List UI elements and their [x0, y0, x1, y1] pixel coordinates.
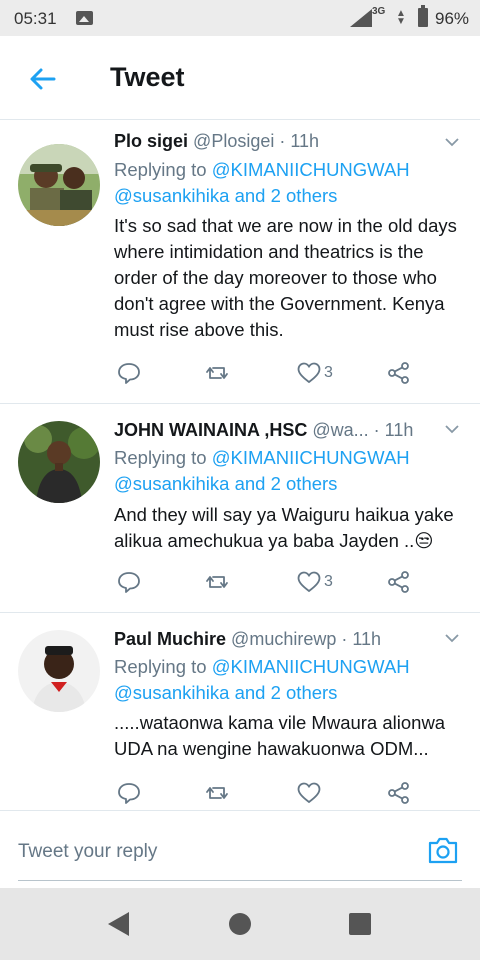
mention-link[interactable]: @KIMANIICHUNGWAH [212, 447, 410, 468]
replying-to: Replying to @KIMANIICHUNGWAH @susankihik… [114, 445, 410, 497]
chevron-down-icon[interactable] [444, 630, 460, 646]
tweet-time: · 11h [279, 131, 320, 151]
author-name[interactable]: Plo sigei [114, 131, 188, 151]
signal-icon [350, 9, 372, 27]
chevron-down-icon[interactable] [444, 134, 460, 150]
tweet-item[interactable]: JOHN WAINAINA ,HSC @wa... · 11h Replying… [0, 405, 480, 613]
retweet-button[interactable] [204, 567, 230, 597]
like-button[interactable]: 3 [296, 358, 333, 388]
reply-icon [118, 363, 140, 384]
like-count: 3 [324, 573, 333, 590]
arrow-left-icon[interactable] [26, 62, 60, 96]
tweet-header: Paul Muchire @muchirewp · 11h [114, 629, 381, 650]
tweet-text: And they will say ya Waiguru haikua yake… [114, 504, 454, 551]
tweet-actions [114, 778, 454, 808]
reply-icon [118, 783, 140, 804]
heart-icon [297, 362, 321, 384]
network-type: 3G [372, 6, 386, 17]
nav-back-icon[interactable] [108, 912, 129, 936]
tweet-time: · 11h [341, 629, 382, 649]
reply-button[interactable] [116, 358, 142, 388]
tweet-actions: 3 [114, 358, 454, 388]
reply-composer: Tweet your reply [0, 810, 480, 888]
tweet-time: · 11h [373, 420, 414, 440]
nav-recents-icon[interactable] [349, 913, 371, 935]
mention-others-link[interactable]: @susankihika and 2 others [114, 473, 337, 494]
author-handle[interactable]: @wa... [312, 420, 368, 440]
tweet-text: It's so sad that we are now in the old d… [114, 215, 457, 340]
status-time: 05:31 [14, 9, 57, 28]
input-underline [18, 880, 462, 881]
page-title: Tweet [110, 62, 185, 92]
share-icon [388, 782, 409, 804]
heart-icon [297, 782, 321, 804]
author-handle[interactable]: @muchirewp [231, 629, 336, 649]
status-bar: 05:31 3G ▲ ▼ 96% [0, 0, 480, 36]
share-button[interactable] [386, 778, 412, 808]
data-arrows-icon: ▲ ▼ [396, 8, 406, 27]
retweet-icon [206, 367, 228, 379]
mention-link[interactable]: @KIMANIICHUNGWAH [212, 656, 410, 677]
battery-percent: 96% [435, 9, 470, 28]
tweet-item[interactable]: Plo sigei @Plosigei · 11h Replying to @K… [0, 121, 480, 404]
like-button[interactable] [296, 778, 324, 808]
share-button[interactable] [386, 358, 412, 388]
nav-home-icon[interactable] [229, 913, 251, 935]
retweet-button[interactable] [204, 358, 230, 388]
author-name[interactable]: JOHN WAINAINA ,HSC [114, 420, 307, 440]
camera-icon[interactable] [426, 835, 460, 865]
reply-icon [118, 572, 140, 593]
retweet-icon [206, 787, 228, 799]
like-button[interactable]: 3 [296, 567, 333, 597]
replying-prefix: Replying to [114, 159, 212, 180]
avatar[interactable] [18, 421, 100, 503]
mention-link[interactable]: @KIMANIICHUNGWAH [212, 159, 410, 180]
mention-others-link[interactable]: @susankihika and 2 others [114, 185, 337, 206]
share-icon [388, 571, 409, 593]
author-name[interactable]: Paul Muchire [114, 629, 226, 649]
replying-to: Replying to @KIMANIICHUNGWAH @susankihik… [114, 654, 410, 706]
replying-to: Replying to @KIMANIICHUNGWAH @susankihik… [114, 157, 410, 209]
chevron-down-icon[interactable] [444, 421, 460, 437]
avatar[interactable] [18, 144, 100, 226]
like-count: 3 [324, 364, 333, 381]
mention-others-link[interactable]: @susankihika and 2 others [114, 682, 337, 703]
heart-icon [297, 571, 321, 593]
author-handle[interactable]: @Plosigei [193, 131, 274, 151]
tweet-item[interactable]: Paul Muchire @muchirewp · 11h Replying t… [0, 614, 480, 810]
tweet-text: .....wataonwa kama vile Mwaura alionwa U… [114, 712, 446, 759]
share-button[interactable] [386, 567, 412, 597]
reply-button[interactable] [116, 778, 142, 808]
reply-button[interactable] [116, 567, 142, 597]
system-nav-bar [0, 888, 480, 960]
retweet-button[interactable] [204, 778, 230, 808]
share-icon [388, 362, 409, 384]
replying-prefix: Replying to [114, 656, 212, 677]
tweet-actions: 3 [114, 567, 454, 597]
battery-icon [418, 5, 428, 27]
tweet-header: JOHN WAINAINA ,HSC @wa... · 11h [114, 420, 413, 441]
reply-input[interactable]: Tweet your reply [18, 841, 157, 863]
tweet-header: Plo sigei @Plosigei · 11h [114, 131, 319, 152]
app-header: Tweet [0, 36, 480, 120]
image-notification-icon [76, 11, 93, 25]
avatar[interactable] [18, 630, 100, 712]
replying-prefix: Replying to [114, 447, 212, 468]
retweet-icon [206, 576, 228, 588]
